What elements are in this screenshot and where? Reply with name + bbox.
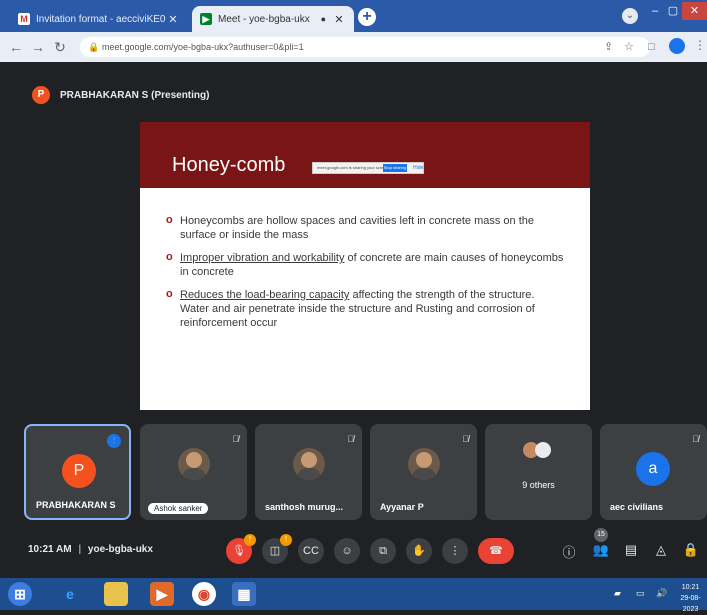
participant-name: Ashok sanker — [148, 503, 209, 514]
meeting-controls: 10:21 AM | yoe-bgba-ukx 🎙! ◫! CC ☺ ⧉ ✋ ⋮… — [0, 528, 707, 574]
tab-invitation[interactable]: M Invitation format - aecciviKE0000 ✕ — [10, 6, 188, 32]
host-controls-icon[interactable]: 🔒 — [682, 542, 700, 558]
participant-name: 9 others — [522, 480, 555, 490]
meeting-info: 10:21 AM | yoe-bgba-ukx — [28, 544, 153, 555]
start-button[interactable]: ⊞ — [8, 582, 32, 606]
presenter-bar: P PRABHAKARAN S (Presenting) — [32, 84, 209, 106]
slide-bullet: Reduces the load-bearing capacity affect… — [166, 287, 566, 330]
more-options-button[interactable]: ⋮ — [442, 538, 468, 564]
emoji-button[interactable]: ☺ — [334, 538, 360, 564]
network-icon[interactable]: ▰ — [614, 588, 621, 599]
warning-badge: ! — [244, 534, 256, 546]
profile-avatar[interactable] — [669, 38, 685, 54]
avatar — [178, 448, 210, 480]
raise-hand-button[interactable]: ✋ — [406, 538, 432, 564]
slide-bullet: Honeycombs are hollow spaces and cavitie… — [166, 213, 566, 242]
present-button[interactable]: ⧉ — [370, 538, 396, 564]
forward-icon[interactable]: → — [30, 39, 46, 55]
maximize-button[interactable]: ▢ — [664, 2, 682, 20]
volume-icon[interactable]: 🔊 — [656, 588, 667, 599]
share-icon[interactable]: ⇪ — [604, 41, 613, 53]
back-icon[interactable]: ← — [8, 39, 24, 55]
browser-window: M Invitation format - aecciviKE0000 ✕ ▶ … — [0, 0, 707, 613]
screen-share-notice: meet.google.com is sharing your screen. … — [312, 162, 424, 174]
participant-tile[interactable]: 🎙̸ a aec civilians — [600, 424, 707, 520]
participant-tile[interactable]: 🎙̸ santhosh murug... — [255, 424, 362, 520]
slide-bullets: Honeycombs are hollow spaces and cavitie… — [166, 213, 566, 339]
participant-tile[interactable]: 🎙̸ Ashok sanker — [140, 424, 247, 520]
windows-taskbar: ⊞ e ▶ ◉ ▦ ▰ ▭ 🔊 10:21 29-08-2023 — [0, 578, 707, 613]
stop-sharing-button[interactable]: Stop sharing — [383, 164, 407, 172]
mic-button[interactable]: 🎙! — [226, 534, 256, 564]
participant-name: Ayyanar P — [380, 502, 424, 512]
mic-off-icon: 🎙̸ — [232, 434, 239, 444]
tab-label: Invitation format - aecciviKE0000 — [36, 13, 166, 25]
close-window-button[interactable]: ✕ — [682, 2, 707, 20]
recording-dot-icon: ● — [320, 14, 326, 24]
participant-tile[interactable]: 🎙̸ Ayyanar P — [370, 424, 477, 520]
mic-off-icon: 🎙̸ — [347, 434, 354, 444]
participant-name: PRABHAKARAN S — [36, 500, 116, 510]
avatar: a — [636, 452, 670, 486]
mic-off-icon: 🎙̸ — [692, 434, 699, 444]
slide-title: Honey-comb — [172, 154, 286, 176]
star-icon[interactable]: ☆ — [624, 41, 634, 53]
warning-badge: ! — [280, 534, 292, 546]
captions-button[interactable]: CC — [298, 538, 324, 564]
chevron-down-icon[interactable]: ⌄ — [622, 8, 638, 24]
url-text: meet.google.com/yoe-bgba-ukx?authuser=0&… — [102, 42, 304, 52]
share-notice-text: meet.google.com is sharing your screen. — [317, 165, 390, 170]
participant-name: aec civilians — [610, 502, 664, 512]
address-bar[interactable]: 🔒 meet.google.com/yoe-bgba-ukx?authuser=… — [80, 37, 650, 57]
slide-header: Honey-comb meet.google.com is sharing yo… — [140, 122, 590, 188]
gmail-icon: M — [18, 13, 30, 25]
chat-icon[interactable]: ▤ — [622, 542, 640, 558]
more-vert-icon[interactable]: ⋮ — [694, 38, 706, 52]
meeting-code: yoe-bgba-ukx — [87, 544, 153, 555]
participant-count-badge: 15 — [594, 528, 608, 542]
address-toolbar: ← → ↻ 🔒 meet.google.com/yoe-bgba-ukx?aut… — [0, 32, 707, 62]
activities-icon[interactable]: ◬ — [652, 542, 670, 558]
avatar: P — [62, 454, 96, 488]
participant-name: santhosh murug... — [265, 502, 344, 512]
tab-label: Meet - yoe-bgba-ukx — [218, 13, 310, 25]
lock-icon: 🔒 — [88, 42, 100, 52]
speaking-icon: ⫶ — [107, 434, 121, 448]
window-icon[interactable]: ▦ — [232, 582, 256, 606]
battery-icon[interactable]: ▭ — [636, 588, 645, 599]
close-icon[interactable]: ✕ — [332, 13, 346, 26]
folder-icon[interactable] — [104, 582, 128, 606]
clock-time: 10:21 AM — [28, 544, 72, 555]
meet-icon: ▶ — [200, 13, 212, 25]
presenter-label: PRABHAKARAN S (Presenting) — [60, 89, 210, 101]
media-player-icon[interactable]: ▶ — [150, 582, 174, 606]
sidebar-icon[interactable]: □ — [648, 41, 655, 53]
avatar — [408, 448, 440, 480]
camera-button[interactable]: ◫! — [262, 534, 292, 564]
participant-tile[interactable]: ⫶ P PRABHAKARAN S — [24, 424, 131, 520]
minimize-button[interactable]: – — [646, 2, 664, 20]
info-icon[interactable]: ⓘ — [560, 542, 578, 561]
presentation-slide: Honey-comb meet.google.com is sharing yo… — [140, 122, 590, 410]
people-icon[interactable]: 👥 — [592, 542, 610, 558]
hide-button[interactable]: Hide — [413, 163, 423, 173]
tab-meet[interactable]: ▶ Meet - yoe-bgba-ukx ● ✕ — [192, 6, 354, 32]
slide-bullet: Improper vibration and workability of co… — [166, 250, 566, 279]
avatar — [293, 448, 325, 480]
close-icon[interactable]: ✕ — [166, 13, 180, 26]
presenter-avatar: P — [32, 86, 50, 104]
end-call-button[interactable]: ☎ — [478, 538, 514, 564]
participant-tile[interactable]: 9 others — [485, 424, 592, 520]
chrome-icon[interactable]: ◉ — [192, 582, 216, 606]
others-avatars — [523, 442, 553, 460]
mic-off-icon: 🎙̸ — [462, 434, 469, 444]
new-tab-button[interactable]: + — [358, 8, 376, 26]
taskbar-clock[interactable]: 10:21 29-08-2023 — [674, 582, 707, 615]
meet-stage: P PRABHAKARAN S (Presenting) Honey-comb … — [0, 62, 707, 574]
ie-icon[interactable]: e — [58, 582, 82, 606]
tab-strip: M Invitation format - aecciviKE0000 ✕ ▶ … — [0, 0, 707, 32]
reload-icon[interactable]: ↻ — [52, 39, 68, 55]
